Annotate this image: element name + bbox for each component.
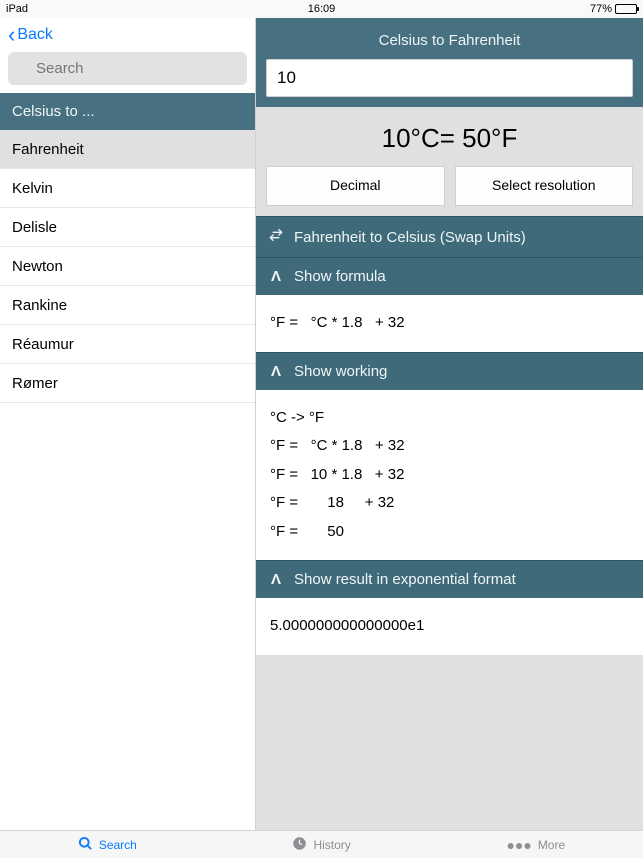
sidebar-item-delisle[interactable]: Delisle — [0, 208, 255, 247]
back-button[interactable]: ‹ Back — [0, 18, 255, 52]
swap-units-button[interactable]: Fahrenheit to Celsius (Swap Units) — [256, 216, 643, 257]
sidebar-item-newton[interactable]: Newton — [0, 247, 255, 286]
exp-header-label: Show result in exponential format — [294, 571, 516, 588]
working-content: °C -> °F °F = °C * 1.8 + 32 °F = 10 * 1.… — [256, 390, 643, 561]
tab-label: More — [538, 838, 565, 852]
search-icon — [78, 836, 93, 854]
tab-more[interactable]: ●●● More — [506, 837, 565, 853]
formula-content: °F = °C * 1.8 + 32 — [256, 295, 643, 352]
clock: 16:09 — [308, 3, 336, 15]
status-bar: iPad 16:09 77% — [0, 0, 643, 18]
result-text: 10°C= 50°F — [256, 123, 643, 154]
sidebar-item-reaumur[interactable]: Réaumur — [0, 325, 255, 364]
value-input[interactable] — [266, 59, 633, 97]
tab-history[interactable]: History — [292, 836, 350, 854]
sidebar: ‹ Back Celsius to ... Fahrenheit Kelvin … — [0, 18, 256, 830]
lambda-icon: Λ — [268, 363, 284, 380]
search-input[interactable] — [8, 52, 247, 85]
tab-label: History — [313, 838, 350, 852]
show-working-button[interactable]: Λ Show working — [256, 352, 643, 390]
sidebar-section-header: Celsius to ... — [0, 93, 255, 130]
sidebar-item-kelvin[interactable]: Kelvin — [0, 169, 255, 208]
sidebar-item-fahrenheit[interactable]: Fahrenheit — [0, 130, 255, 169]
device-label: iPad — [6, 3, 28, 15]
back-label: Back — [17, 26, 53, 44]
working-header-label: Show working — [294, 363, 387, 380]
battery-status: 77% — [590, 3, 637, 15]
tab-search[interactable]: Search — [78, 836, 137, 854]
conversion-title: Celsius to Fahrenheit — [266, 32, 633, 49]
exponential-content: 5.000000000000000e1 — [256, 598, 643, 655]
tab-label: Search — [99, 838, 137, 852]
lambda-icon: Λ — [268, 571, 284, 588]
sidebar-item-rankine[interactable]: Rankine — [0, 286, 255, 325]
unit-list: Fahrenheit Kelvin Delisle Newton Rankine… — [0, 130, 255, 403]
sidebar-item-romer[interactable]: Rømer — [0, 364, 255, 403]
more-icon: ●●● — [506, 837, 531, 853]
lambda-icon: Λ — [268, 268, 284, 285]
battery-icon — [615, 4, 637, 14]
main-panel: Celsius to Fahrenheit 10°C= 50°F Decimal… — [256, 18, 643, 830]
show-exponential-button[interactable]: Λ Show result in exponential format — [256, 560, 643, 598]
resolution-picker[interactable]: Select resolution — [455, 166, 634, 206]
swap-label: Fahrenheit to Celsius (Swap Units) — [294, 229, 526, 246]
tab-bar: Search History ●●● More — [0, 830, 643, 858]
format-picker[interactable]: Decimal — [266, 166, 445, 206]
formula-header-label: Show formula — [294, 268, 386, 285]
swap-icon — [268, 227, 284, 247]
clock-icon — [292, 836, 307, 854]
chevron-left-icon: ‹ — [8, 24, 15, 46]
show-formula-button[interactable]: Λ Show formula — [256, 257, 643, 295]
